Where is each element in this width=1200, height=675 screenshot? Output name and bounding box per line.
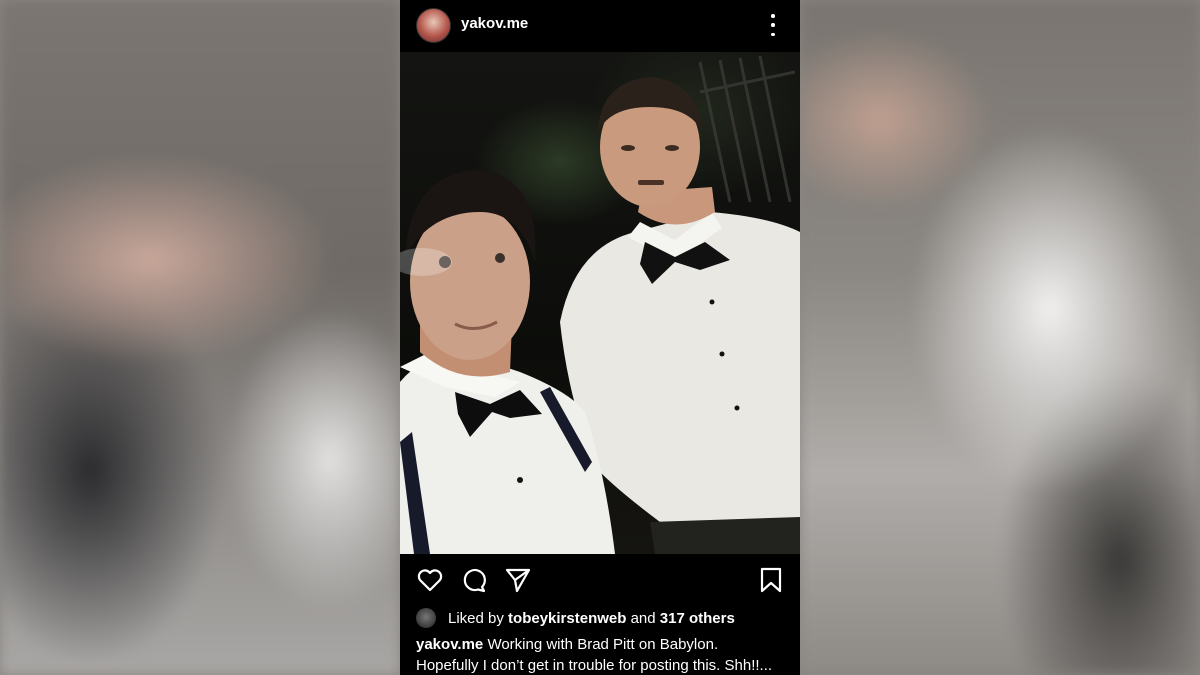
liker-avatar[interactable] xyxy=(416,608,436,628)
send-icon[interactable] xyxy=(504,566,532,594)
caption-text-line2: Hopefully I don’t get in trouble for pos… xyxy=(416,657,773,674)
post-caption: yakov.me Working with Brad Pitt on Babyl… xyxy=(416,634,788,675)
post-header: yakov.me xyxy=(400,0,800,52)
caption-username[interactable]: yakov.me xyxy=(416,636,483,653)
comment-icon[interactable] xyxy=(460,566,488,594)
likes-joiner: and xyxy=(630,609,656,627)
likes-summary[interactable]: Liked by tobeykirstenweb and 317 others xyxy=(416,606,735,630)
blurred-background-left xyxy=(0,0,400,675)
blurred-background-right xyxy=(800,0,1200,675)
heart-icon[interactable] xyxy=(416,566,444,594)
likes-others[interactable]: 317 others xyxy=(660,610,735,627)
profile-avatar[interactable] xyxy=(416,8,451,43)
more-vertical-icon[interactable] xyxy=(768,14,778,36)
photo-illustration xyxy=(400,55,800,554)
post-actions-bar xyxy=(400,558,800,602)
likes-prefix: Liked by xyxy=(448,609,504,627)
instagram-post: yakov.me Liked by tobeykirstenweb and 31… xyxy=(400,0,800,675)
bookmark-icon[interactable] xyxy=(757,566,785,594)
caption-text-line1: Working with Brad Pitt on Babylon. xyxy=(487,636,719,653)
post-photo[interactable] xyxy=(400,52,800,554)
likes-first-user[interactable]: tobeykirstenweb xyxy=(508,610,626,627)
post-username[interactable]: yakov.me xyxy=(461,15,528,32)
